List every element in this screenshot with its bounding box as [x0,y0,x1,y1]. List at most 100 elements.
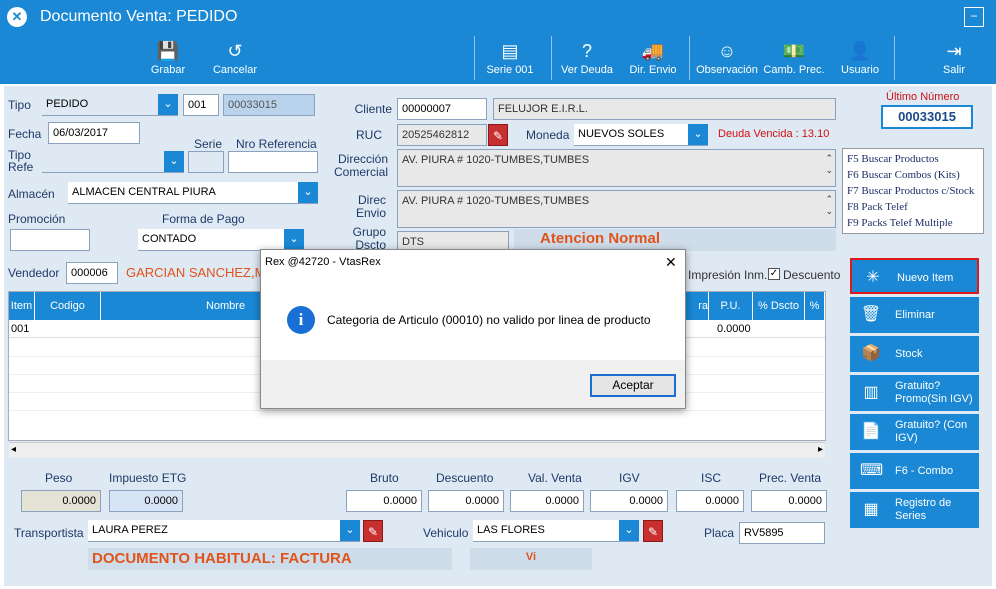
serie-field[interactable]: 001 [183,94,219,116]
ultimo-numero-label: Último Número [886,91,960,103]
chevron-down-icon: ⌄ [164,151,184,172]
col-dscto[interactable]: % Dscto [753,292,805,320]
vi-text: Vi [525,551,537,563]
bruto-label: Bruto [370,471,399,485]
horizontal-scrollbar[interactable]: ◂ ▸ [9,442,825,458]
tipo-refe-label: Tipo Refe [8,148,34,174]
shortcut-f6[interactable]: F6 Buscar Combos (Kits) [847,167,979,183]
cliente-name-field: FELUJOR E.I.R.L. [493,98,836,120]
truck-icon: 🚚 [641,41,665,61]
val-venta-value: 0.0000 [510,490,584,512]
toolbar: 💾 Grabar ↺ Cancelar ▤ Serie 001 ? Ver Deuda … [0,34,996,84]
descuento-total-label: Descuento [436,471,494,485]
row-pu: 0.0000 [717,323,751,335]
forma-pago-select[interactable]: CONTADO ⌄ [138,229,304,251]
exit-icon: ⇥ [946,41,962,61]
igv-label: IGV [619,471,640,485]
almacen-select[interactable]: ALMACEN CENTRAL PIURA ⌄ [68,182,318,204]
keyboard-icon: ⌨ [860,462,884,479]
minimize-icon[interactable]: − [964,7,984,27]
close-window-icon[interactable]: ✕ [7,7,27,27]
almacen-label: Almacén [8,187,55,201]
dialog-title: Rex @42720 - VtasRex [265,256,381,268]
chevron-down-icon: ⌄ [284,229,304,250]
tipo-label: Tipo [8,98,31,112]
col-item[interactable]: Item [9,292,35,320]
serie-ref-label: Serie [194,137,223,151]
observacion-button[interactable]: ☺ Observación [694,34,760,84]
undo-icon: ↺ [227,41,243,61]
alert-dialog: Rex @42720 - VtasRex ✕ i Categoria de Ar… [260,249,686,409]
eliminar-button[interactable]: 🗑 Eliminar [850,297,979,333]
grabar-button[interactable]: 💾 Grabar [143,34,193,84]
transportista-search-icon[interactable]: ✎ [363,520,383,542]
dialog-titlebar: Rex @42720 - VtasRex ✕ [261,250,685,276]
trash-icon: 🗑 [860,306,882,323]
row-item: 001 [11,323,30,335]
descuento-checkbox[interactable]: ✓ [768,268,780,280]
transportista-select[interactable]: LAURA PEREZ ⌄ [88,520,360,542]
ver-deuda-button[interactable]: ? Ver Deuda [557,34,617,84]
descuento-value: 0.0000 [428,490,504,512]
vehiculo-select[interactable]: LAS FLORES ⌄ [473,520,639,542]
salir-button[interactable]: ⇥ Salir [930,34,978,84]
scrollbar[interactable]: ⌃ ⌄ [825,193,833,217]
dir-envio-button[interactable]: 🚚 Dir. Envio [623,34,683,84]
qr-icon: ▦ [863,501,879,518]
camb-prec-button[interactable]: 💵 Camb. Prec. [762,34,826,84]
gratuito-promo-button[interactable]: ▥ Gratuito? Promo(Sin IGV) [850,375,979,411]
usuario-button[interactable]: 👤 Usuario [836,34,884,84]
vendedor-code-field[interactable]: 000006 [66,262,118,284]
new-item-icon: ✳ [866,269,880,286]
vendedor-name: GARCIAN SANCHEZ,MIG [126,265,260,280]
tipo-select[interactable]: PEDIDO ⌄ [42,94,178,116]
doc-habitual-text: DOCUMENTO HABITUAL: FACTURA [92,550,352,567]
placa-field[interactable]: RV5895 [739,522,825,544]
shortcut-f8[interactable]: F8 Pack Telef [847,199,979,215]
dialog-close-icon[interactable]: ✕ [665,254,677,271]
nro-ref-field[interactable] [228,151,318,173]
impuesto-label: Impuesto ETG [109,471,187,485]
shortcut-f5[interactable]: F5 Buscar Productos [847,151,979,167]
stock-button[interactable]: 📦 Stock [850,336,979,372]
ruc-field: 20525462812 [397,124,487,146]
user-icon: 👤 [848,41,872,61]
cancelar-button[interactable]: ↺ Cancelar [207,34,263,84]
scrollbar[interactable]: ⌃ ⌄ [825,152,833,176]
registro-series-button[interactable]: ▦ Registro de Series [850,492,979,528]
col-codigo[interactable]: Codigo [35,292,101,320]
direc-envio-label: Direc Envio [355,193,386,220]
isc-value: 0.0000 [676,490,744,512]
ruc-search-icon[interactable]: ✎ [488,124,508,146]
shortcut-f9[interactable]: F9 Packs Telef Multiple [847,215,979,231]
val-venta-label: Val. Venta [528,471,582,485]
vi-panel: Vi [470,548,592,570]
combo-button[interactable]: ⌨ F6 - Combo [850,453,979,489]
peso-label: Peso [45,471,73,485]
serie-button[interactable]: ▤ Serie 001 [480,34,540,84]
direc-envio-field: AV. PIURA # 1020-TUMBES,TUMBES ⌃ ⌄ [397,190,836,228]
nro-ref-label: Nro Referencia [236,137,317,151]
igv-value: 0.0000 [590,490,668,512]
notebook-icon: ▤ [501,41,519,61]
promocion-field[interactable] [10,229,90,251]
gratuito-con-igv-button[interactable]: 📄 Gratuito? (Con IGV) [850,414,979,450]
chevron-down-icon: ⌄ [340,520,360,541]
accept-button[interactable]: Aceptar [590,374,676,397]
vendedor-label: Vendedor [8,266,60,280]
save-icon: 💾 [156,41,180,61]
title-bar: ✕ Documento Venta: PEDIDO − [0,0,996,34]
col-pu[interactable]: P.U. [709,292,753,320]
bruto-value: 0.0000 [346,490,422,512]
shortcut-f7[interactable]: F7 Buscar Productos c/Stock [847,183,979,199]
serie-ref-field[interactable] [188,151,224,173]
moneda-select[interactable]: NUEVOS SOLES ⌄ [574,124,708,146]
nuevo-item-button[interactable]: ✳ Nuevo Item [850,258,979,294]
tipo-refe-select[interactable]: ⌄ [42,151,184,173]
vehiculo-search-icon[interactable]: ✎ [643,520,663,542]
fecha-field[interactable]: 06/03/2017 [48,122,140,144]
vehiculo-label: Vehiculo [423,526,469,540]
cliente-code-field[interactable]: 00000007 [397,98,487,120]
col-dscto2[interactable]: % D [805,292,825,340]
box-icon: 📦 [861,345,881,362]
